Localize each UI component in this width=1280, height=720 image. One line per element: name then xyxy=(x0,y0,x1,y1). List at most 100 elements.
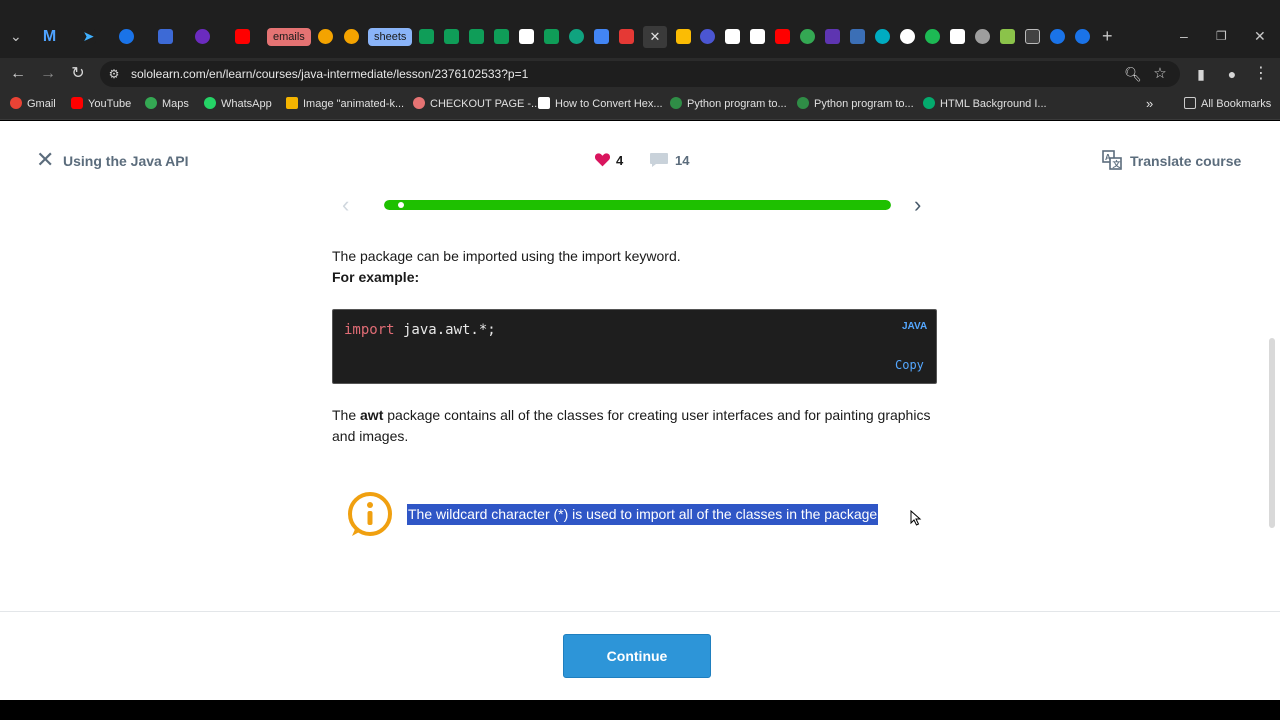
bookmark-python-2[interactable]: Python program to... xyxy=(797,97,914,111)
mouse-cursor-icon xyxy=(910,510,922,526)
close-lesson-icon[interactable]: ✕ xyxy=(36,149,54,171)
active-tab-close-icon[interactable]: ✕ xyxy=(643,26,667,48)
tab-favicon-box-icon[interactable] xyxy=(1025,29,1040,44)
window-close-icon[interactable]: ✕ xyxy=(1254,27,1266,45)
tab-favicon-sheets2-icon[interactable] xyxy=(444,29,459,44)
tab-favicon-world-icon[interactable] xyxy=(975,29,990,44)
tab-favicon-drive-icon[interactable] xyxy=(676,29,691,44)
tab-group-emails[interactable]: emails xyxy=(267,28,311,46)
tab-favicon-s-icon[interactable] xyxy=(925,29,940,44)
lesson-title: Using the Java API xyxy=(63,153,189,169)
tab-favicon-co-icon[interactable] xyxy=(750,29,765,44)
code-line: import java.awt.*; xyxy=(344,321,496,339)
tab-favicon-m-icon[interactable]: M xyxy=(42,29,57,45)
bookmark-maps[interactable]: Maps xyxy=(145,97,189,111)
bookmark-checkout[interactable]: CHECKOUT PAGE -... xyxy=(413,97,540,111)
tab-favicon-globe-icon[interactable] xyxy=(700,29,715,44)
tab-favicon-maps-icon[interactable] xyxy=(800,29,815,44)
side-panel-icon[interactable]: ▮ xyxy=(1190,63,1212,85)
footer-divider xyxy=(0,611,1280,612)
svg-text:文: 文 xyxy=(1113,159,1122,169)
code-rest: java.awt.*; xyxy=(394,322,496,338)
bookmark-whatsapp[interactable]: WhatsApp xyxy=(204,97,272,111)
tab-favicon-c-icon[interactable] xyxy=(1050,29,1065,44)
tab-favicon-co2-icon[interactable] xyxy=(950,29,965,44)
back-arrow-icon[interactable]: ← xyxy=(7,63,29,85)
lesson-paragraph: The awt package contains all of the clas… xyxy=(332,407,931,444)
gmail-icon xyxy=(10,97,22,109)
lesson-progress-bar xyxy=(384,200,891,210)
continue-button[interactable]: Continue xyxy=(563,634,711,678)
code-keyword: import xyxy=(344,322,395,338)
window-minimize-icon[interactable]: – xyxy=(1180,27,1188,45)
tab-favicon-circle-icon[interactable] xyxy=(119,29,134,44)
tab-favicon-pin-icon[interactable] xyxy=(318,29,333,44)
translate-course-button[interactable]: A 文 Translate course xyxy=(1102,150,1241,170)
reload-icon[interactable]: ↻ xyxy=(67,63,89,85)
zoom-icon[interactable]: 🔍︎ xyxy=(1122,63,1144,85)
tab-favicon-w-icon[interactable] xyxy=(158,29,173,44)
tab-favicon-sheets-icon[interactable] xyxy=(419,29,434,44)
alpha-icon xyxy=(538,97,550,109)
tab-favicon-youtube2-icon[interactable] xyxy=(775,29,790,44)
lesson-intro-text: The package can be imported using the im… xyxy=(332,248,681,285)
all-bookmarks[interactable]: All Bookmarks xyxy=(1184,97,1271,111)
tab-favicon-up-icon[interactable] xyxy=(195,29,210,44)
bookmark-hex[interactable]: How to Convert Hex... xyxy=(538,97,663,111)
url-text[interactable]: sololearn.com/en/learn/courses/java-inte… xyxy=(131,66,528,82)
tab-favicon-red-icon[interactable] xyxy=(619,29,634,44)
tab-favicon-sheets4-icon[interactable] xyxy=(494,29,509,44)
bookmark-html-bg[interactable]: HTML Background I... xyxy=(923,97,1047,111)
tab-favicon-e-icon[interactable] xyxy=(875,29,890,44)
browser-tab-bar xyxy=(0,0,1280,58)
profile-avatar-icon[interactable]: ● xyxy=(1221,63,1243,85)
bookmark-python-1[interactable]: Python program to... xyxy=(670,97,787,111)
tab-group-sheets[interactable]: sheets xyxy=(368,28,413,46)
whatsapp-icon xyxy=(204,97,216,109)
gfg-icon xyxy=(797,97,809,109)
code-language-badge: JAVA xyxy=(902,321,928,332)
copy-code-button[interactable]: Copy xyxy=(895,357,924,373)
info-icon xyxy=(348,492,392,536)
comments-counter[interactable]: 14 xyxy=(649,152,689,170)
tab-favicon-d-icon[interactable] xyxy=(519,29,534,44)
bookmark-image[interactable]: Image "animated-k... xyxy=(286,97,404,111)
likes-counter[interactable]: 4 xyxy=(594,152,623,170)
tab-search-icon[interactable]: ⌄ xyxy=(10,27,22,45)
lesson-progress-fill xyxy=(384,200,891,210)
info-highlighted-text: The wildcard character (*) is used to im… xyxy=(407,504,879,525)
menu-kebab-icon[interactable]: ⋮ xyxy=(1250,63,1272,85)
w3schools-icon xyxy=(923,97,935,109)
checkout-icon xyxy=(413,97,425,109)
gfg-icon xyxy=(670,97,682,109)
bookmark-star-icon[interactable]: ☆ xyxy=(1149,63,1171,85)
tab-favicon-arrow-icon[interactable]: ➤ xyxy=(81,29,96,44)
tab-favicon-chatgpt-icon[interactable] xyxy=(569,29,584,44)
next-page-chevron-icon[interactable]: › xyxy=(914,194,934,216)
previous-page-chevron-icon[interactable]: ‹ xyxy=(342,194,362,216)
example-label: For example: xyxy=(332,269,420,285)
folder-icon xyxy=(1184,97,1196,109)
tab-favicon-youtube-icon[interactable] xyxy=(235,29,250,44)
tab-favicon-blue-icon[interactable] xyxy=(594,29,609,44)
youtube-icon xyxy=(71,97,83,109)
tab-favicon-d2-icon[interactable] xyxy=(725,29,740,44)
tab-favicon-edit-icon[interactable] xyxy=(850,29,865,44)
bookmark-youtube[interactable]: YouTube xyxy=(71,97,131,111)
new-tab-plus-icon[interactable]: + xyxy=(1102,27,1113,45)
bookmark-gmail[interactable]: Gmail xyxy=(10,97,56,111)
site-info-icon[interactable]: ⚙ xyxy=(103,63,125,85)
bookmarks-overflow-icon[interactable]: » xyxy=(1146,97,1153,111)
tab-favicon-c2-icon[interactable] xyxy=(1075,29,1090,44)
tab-favicon-video-icon[interactable] xyxy=(825,29,840,44)
translate-icon: A 文 xyxy=(1102,150,1122,170)
tab-favicon-google-icon[interactable] xyxy=(900,29,915,44)
tab-favicon-green-icon[interactable] xyxy=(1000,29,1015,44)
star-image-icon xyxy=(286,97,298,109)
tab-favicon-sheets5-icon[interactable] xyxy=(544,29,559,44)
tab-favicon-pin2-icon[interactable] xyxy=(344,29,359,44)
page-scrollbar[interactable] xyxy=(1269,338,1275,528)
window-restore-icon[interactable]: ❐ xyxy=(1216,27,1227,45)
tab-favicon-sheets3-icon[interactable] xyxy=(469,29,484,44)
forward-arrow-icon[interactable]: → xyxy=(37,63,59,85)
